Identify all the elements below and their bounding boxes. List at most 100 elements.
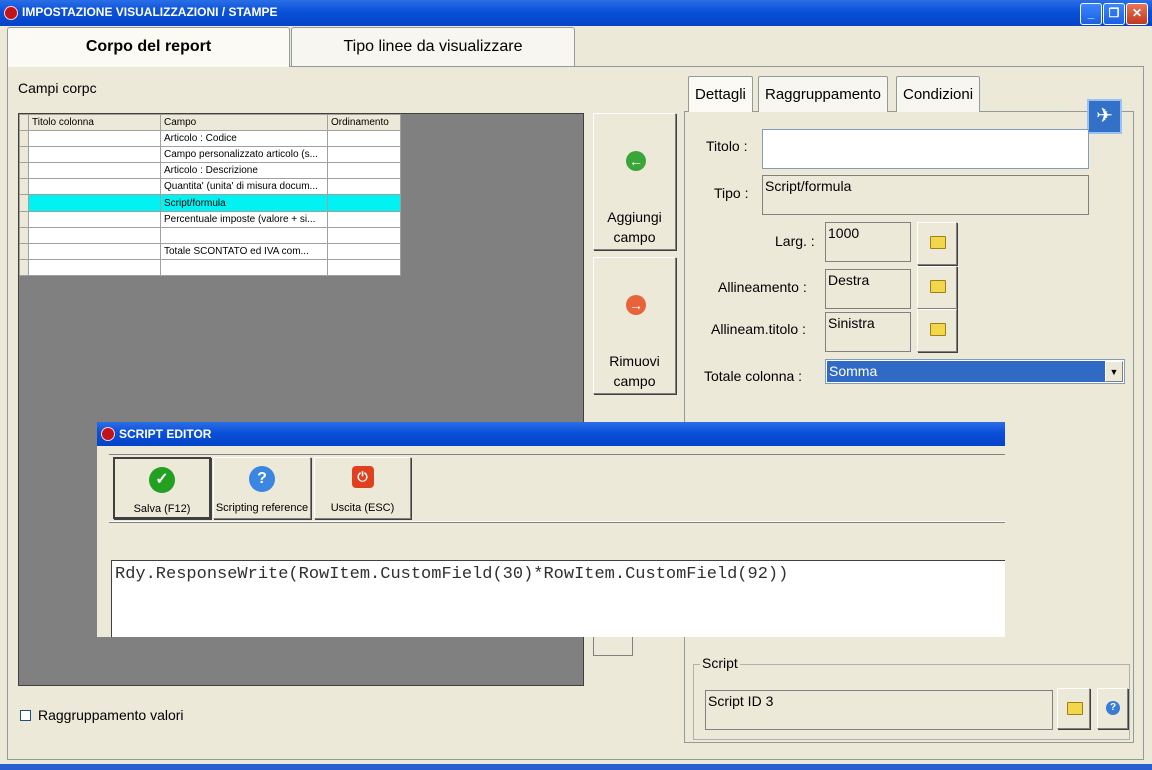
script-folder-button[interactable] [1057, 688, 1090, 729]
close-button[interactable]: ✕ [1126, 3, 1148, 25]
table-row[interactable]: Totale SCONTATO ed IVA com... [19, 242, 401, 260]
table-cell[interactable] [28, 178, 161, 196]
script-help-button[interactable]: ? [1097, 688, 1128, 729]
tab-raggruppamento[interactable]: Raggruppamento [758, 76, 888, 112]
tab-corpo-del-report[interactable]: Corpo del report [7, 27, 290, 67]
script-value: Script ID 3 [705, 690, 1053, 730]
column-header-titolo[interactable]: Titolo colonna [28, 113, 161, 132]
restore-button[interactable]: ❐ [1103, 3, 1125, 25]
uscita-button[interactable]: ⏻ Uscita (ESC) [314, 457, 411, 519]
table-row-selected[interactable]: Script/formula [19, 194, 401, 212]
grid-header-row: Titolo colonna Campo Ordinamento [19, 113, 401, 132]
table-row[interactable]: Articolo : Codice [19, 130, 401, 148]
aggiungi-label-2: campo [613, 229, 656, 245]
uscita-label: Uscita (ESC) [330, 502, 395, 514]
titolo-input[interactable] [762, 129, 1089, 169]
row-indicator[interactable] [19, 258, 29, 277]
row-indicator[interactable] [19, 226, 29, 244]
allineamento-value: Destra [825, 269, 911, 309]
row-indicator[interactable] [19, 210, 29, 228]
table-cell[interactable]: Script/formula [160, 194, 328, 212]
rimuovi-label-2: campo [613, 373, 656, 389]
script-editor-title: SCRIPT EDITOR [119, 427, 212, 441]
row-indicator[interactable] [19, 178, 29, 196]
window-titlebar[interactable]: IMPOSTAZIONE VISUALIZZAZIONI / STAMPE _ … [0, 0, 1152, 26]
table-cell[interactable] [327, 242, 401, 260]
tab-tipo-linee[interactable]: Tipo linee da visualizzare [291, 27, 575, 66]
scripting-reference-label: Scripting reference [215, 502, 309, 514]
table-row[interactable]: Percentuale imposte (valore + si... [19, 210, 401, 228]
fields-grid[interactable]: Titolo colonna Campo Ordinamento Articol… [19, 113, 401, 277]
row-indicator[interactable] [19, 162, 29, 180]
table-cell[interactable] [327, 210, 401, 228]
table-cell[interactable] [28, 130, 161, 148]
row-indicator[interactable] [19, 130, 29, 148]
raggruppamento-valori-label[interactable]: Raggruppamento valori [38, 707, 184, 723]
column-header-campo[interactable]: Campo [160, 113, 328, 132]
table-cell[interactable] [327, 226, 401, 244]
table-cell[interactable]: Totale SCONTATO ed IVA com... [160, 242, 328, 260]
app-icon [101, 427, 115, 441]
window-title: IMPOSTAZIONE VISUALIZZAZIONI / STAMPE [22, 5, 278, 19]
tipo-value: Script/formula [762, 175, 1089, 215]
row-indicator[interactable] [19, 242, 29, 260]
table-cell[interactable]: Articolo : Descrizione [160, 162, 328, 180]
allineamento-folder-button[interactable] [917, 266, 957, 309]
table-cell[interactable] [327, 194, 401, 212]
folder-icon [1067, 702, 1083, 715]
table-cell[interactable] [160, 226, 328, 244]
row-indicator[interactable] [19, 146, 29, 164]
table-cell[interactable]: Quantita' (unita' di misura docum... [160, 178, 328, 196]
column-header-ordinamento[interactable]: Ordinamento [327, 113, 401, 132]
table-cell[interactable] [160, 258, 328, 277]
minimize-button[interactable]: _ [1080, 3, 1102, 25]
table-cell[interactable] [28, 210, 161, 228]
table-row[interactable]: Campo personalizzato articolo (s... [19, 146, 401, 164]
tab-dettagli[interactable]: Dettagli [688, 76, 753, 112]
larg-label: Larg. : [775, 233, 815, 249]
scripting-reference-button[interactable]: ? Scripting reference [213, 457, 311, 519]
rimuovi-campo-button[interactable]: → Rimuovi campo [593, 257, 676, 394]
table-row[interactable] [19, 226, 401, 244]
table-cell[interactable]: Percentuale imposte (valore + si... [160, 210, 328, 228]
aggiungi-label-1: Aggiungi [607, 209, 662, 225]
table-cell[interactable] [28, 162, 161, 180]
table-row[interactable]: Quantita' (unita' di misura docum... [19, 178, 401, 196]
dropdown-arrow-icon[interactable]: ▼ [1105, 361, 1123, 382]
salva-label: Salva (F12) [133, 503, 191, 515]
table-cell[interactable] [28, 242, 161, 260]
table-cell[interactable]: Campo personalizzato articolo (s... [160, 146, 328, 164]
table-row[interactable] [19, 258, 401, 277]
tab-condizioni[interactable]: Condizioni [896, 76, 981, 112]
table-cell[interactable] [28, 194, 161, 212]
larg-folder-button[interactable] [917, 222, 957, 265]
totale-colonna-label: Totale colonna : [704, 368, 803, 384]
allineam-titolo-label: Allineam.titolo : [711, 321, 806, 337]
swallow-logo-button[interactable]: ✈ [1087, 99, 1122, 134]
totale-colonna-select[interactable]: Somma ▼ [825, 359, 1125, 384]
row-indicator[interactable] [19, 194, 29, 212]
table-cell[interactable] [327, 178, 401, 196]
table-cell[interactable] [327, 258, 401, 277]
table-cell[interactable] [28, 258, 161, 277]
table-cell[interactable] [28, 146, 161, 164]
allineam-titolo-folder-button[interactable] [917, 309, 957, 352]
larg-value: 1000 [825, 222, 911, 262]
aggiungi-campo-button[interactable]: ← Aggiungi campo [593, 113, 676, 250]
folder-icon [930, 323, 946, 336]
button-stub [593, 636, 633, 656]
help-icon: ? [1106, 701, 1120, 715]
table-cell[interactable] [327, 130, 401, 148]
script-editor-titlebar[interactable]: SCRIPT EDITOR [97, 422, 1005, 446]
table-cell[interactable] [28, 226, 161, 244]
taskbar-edge [0, 764, 1152, 770]
table-cell[interactable] [327, 146, 401, 164]
table-row[interactable]: Articolo : Descrizione [19, 162, 401, 180]
allineam-titolo-value: Sinistra [825, 312, 911, 352]
table-cell[interactable]: Articolo : Codice [160, 130, 328, 148]
allineamento-label: Allineamento : [718, 279, 807, 295]
table-cell[interactable] [327, 162, 401, 180]
script-code-editor[interactable]: Rdy.ResponseWrite(RowItem.CustomField(30… [111, 560, 1005, 637]
raggruppamento-checkbox[interactable] [20, 710, 31, 721]
salva-button[interactable]: ✓ Salva (F12) [113, 457, 211, 519]
